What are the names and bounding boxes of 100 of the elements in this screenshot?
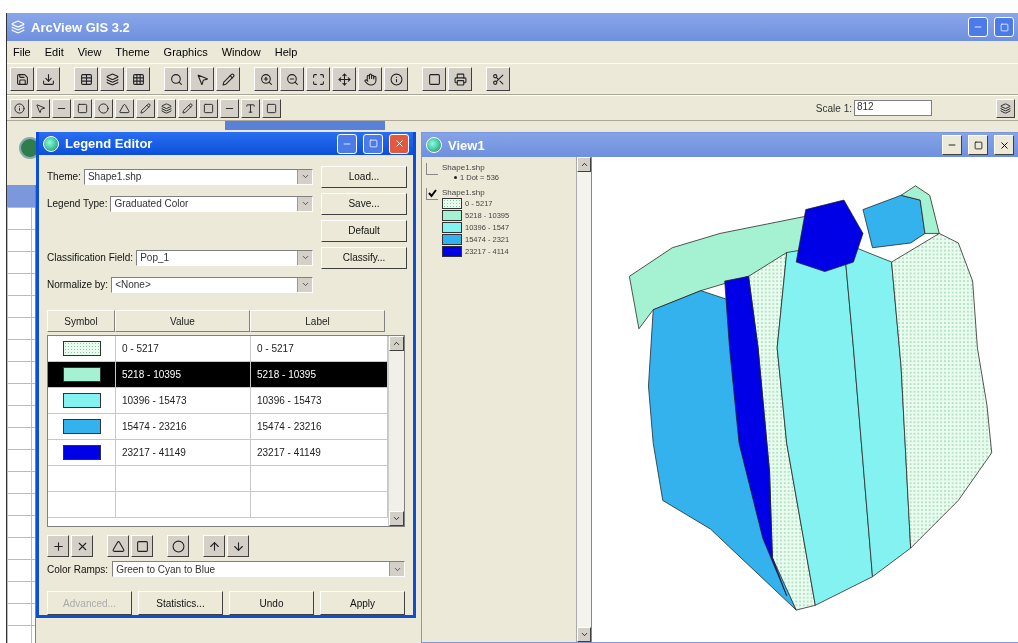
printer-icon — [453, 72, 467, 86]
dropdown-field[interactable]: <None> — [111, 276, 313, 293]
circle-icon — [98, 102, 109, 114]
dialog-button[interactable]: Default — [321, 219, 407, 242]
toolbar-button[interactable] — [262, 98, 281, 118]
menu-item[interactable]: Edit — [44, 46, 64, 58]
symbol-swatch[interactable] — [62, 445, 101, 460]
toolbar-button[interactable] — [157, 98, 176, 118]
scroll-up-button[interactable] — [577, 157, 591, 172]
menu-item[interactable]: File — [13, 46, 31, 58]
toolbar-button[interactable] — [126, 67, 150, 91]
toolbar-button[interactable] — [422, 67, 446, 91]
toolbar-button[interactable] — [36, 67, 60, 91]
dialog-button[interactable]: Save... — [321, 192, 407, 215]
table-cell: 0 - 5217 — [116, 336, 251, 361]
window-title: ArcView GIS 3.2 — [31, 19, 131, 35]
toolbar-button[interactable] — [280, 67, 304, 91]
save-icon — [15, 72, 29, 86]
minimize-button[interactable] — [337, 133, 357, 154]
toolbar-button[interactable] — [358, 67, 382, 91]
toolbar-button[interactable] — [71, 535, 93, 557]
toolbar-button[interactable] — [241, 98, 260, 118]
theme-name[interactable]: Shape1.shp — [442, 188, 510, 197]
toolbar-button[interactable] — [227, 535, 249, 557]
symbol-swatch[interactable] — [62, 393, 101, 408]
toolbar-button[interactable] — [131, 535, 153, 557]
toolbar-button[interactable] — [178, 98, 197, 118]
menu-item[interactable]: Help — [274, 46, 298, 58]
toolbar-button[interactable] — [199, 98, 218, 118]
toolbar-button[interactable] — [47, 535, 69, 557]
toolbar-button[interactable] — [254, 67, 278, 91]
scale-input[interactable]: 812 — [854, 100, 932, 116]
toolbar-button[interactable] — [107, 535, 129, 557]
toolbar-button[interactable] — [10, 98, 29, 118]
toolbar-button[interactable] — [332, 67, 356, 91]
column-header[interactable]: Symbol — [47, 310, 115, 332]
scissors-icon — [491, 72, 505, 86]
dialog-button[interactable]: Statistics... — [138, 591, 223, 615]
menu-item[interactable]: View — [77, 46, 102, 58]
square-icon — [135, 539, 149, 553]
legend-row[interactable]: 15474 - 23216 15474 - 23216 — [48, 414, 388, 440]
maximize-button[interactable] — [968, 135, 988, 155]
scroll-down-button[interactable] — [389, 511, 404, 526]
toolbar-button[interactable] — [384, 67, 408, 91]
toolbar-button[interactable] — [448, 67, 472, 91]
column-header[interactable]: Label — [250, 310, 385, 332]
theme-name[interactable]: Shape1.shp — [442, 163, 499, 172]
legend-row[interactable]: 10396 - 15473 10396 - 15473 — [48, 388, 388, 414]
toolbar-button[interactable] — [216, 67, 240, 91]
symbol-swatch[interactable] — [62, 367, 101, 382]
dropdown-field[interactable]: Shape1.shp — [83, 168, 313, 185]
restore-icon — [999, 22, 1009, 32]
visibility-checkbox[interactable] — [426, 163, 438, 175]
maximize-icon — [973, 140, 983, 150]
maximize-button[interactable] — [363, 133, 383, 154]
legend-row[interactable]: 0 - 5217 0 - 5217 — [48, 336, 388, 362]
toolbar-button[interactable] — [486, 67, 510, 91]
restore-button[interactable] — [994, 17, 1014, 37]
visibility-checkbox[interactable] — [426, 188, 438, 200]
symbol-swatch[interactable] — [62, 341, 101, 356]
dialog-button[interactable]: Load... — [321, 165, 407, 188]
dialog-button[interactable]: Classify... — [321, 246, 407, 269]
maximize-icon — [368, 139, 378, 148]
toolbar-button[interactable] — [203, 535, 225, 557]
toolbar-button[interactable] — [220, 98, 239, 118]
toolbar-button[interactable] — [100, 67, 124, 91]
toolbar-button[interactable] — [190, 67, 214, 91]
dropdown-field[interactable]: Green to Cyan to Blue — [112, 561, 405, 577]
toolbar-button[interactable] — [10, 67, 34, 91]
toolbar-button[interactable] — [164, 67, 188, 91]
column-header[interactable]: Value — [115, 310, 250, 332]
toolbar-button[interactable] — [31, 98, 50, 118]
toolbar-button[interactable] — [94, 98, 113, 118]
toolbar-button[interactable] — [52, 98, 71, 118]
minimize-button[interactable] — [942, 135, 962, 155]
toolbar-button[interactable] — [74, 67, 98, 91]
close-button[interactable] — [994, 135, 1014, 155]
dropdown-field[interactable]: Pop_1 — [136, 249, 313, 266]
scroll-down-button[interactable] — [577, 627, 591, 642]
menu-item[interactable]: Theme — [115, 46, 150, 58]
layers-icon — [161, 102, 172, 114]
dialog-button[interactable]: Undo — [229, 591, 314, 615]
toolbar-button[interactable] — [136, 98, 155, 118]
toolbar-button[interactable] — [73, 98, 92, 118]
legend-row[interactable]: 23217 - 41149 23217 - 41149 — [48, 440, 388, 466]
toolbar-button[interactable] — [167, 535, 189, 557]
circle-icon — [171, 539, 185, 553]
scroll-up-button[interactable] — [389, 336, 404, 351]
symbol-swatch[interactable] — [62, 419, 101, 434]
toolbar-button[interactable] — [996, 98, 1015, 118]
dropdown-field[interactable]: Graduated Color — [110, 195, 313, 212]
dialog-button[interactable]: Apply — [320, 591, 405, 615]
square-icon — [266, 102, 277, 114]
close-icon — [393, 138, 405, 149]
toolbar-button[interactable] — [306, 67, 330, 91]
menu-item[interactable]: Window — [221, 46, 261, 58]
menu-item[interactable]: Graphics — [163, 46, 208, 58]
window-title: View1 — [448, 137, 486, 153]
toolbar-button[interactable] — [115, 98, 134, 118]
legend-row[interactable]: 5218 - 10395 5218 - 10395 — [48, 362, 388, 388]
